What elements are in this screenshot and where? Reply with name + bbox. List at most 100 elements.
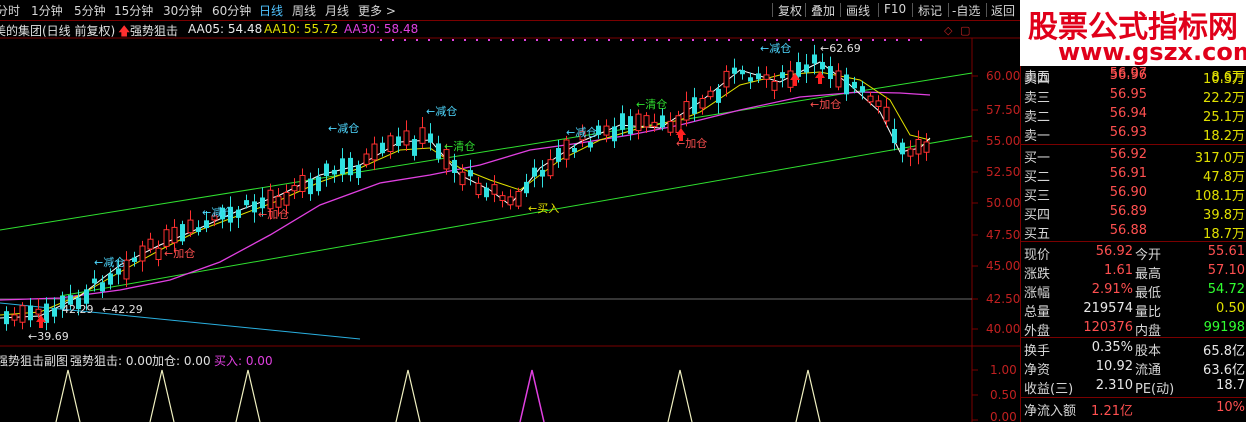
candle-body [252, 201, 257, 213]
candle-body [556, 148, 561, 162]
candle-body [428, 133, 433, 143]
diamond-icon[interactable]: ◇ [944, 24, 953, 37]
candle-body [236, 209, 241, 218]
stats-divider [1021, 337, 1246, 338]
candle-body [491, 184, 498, 195]
stats-row: 净流入额 1.21亿 10% [1021, 399, 1246, 419]
signal-add: ←加仓 [164, 246, 195, 260]
price-tick: 42.50 [986, 292, 1020, 306]
candle-body [532, 167, 537, 177]
buy-row-2[interactable]: 买二 56.91 47.8万 [1021, 165, 1246, 185]
price-tick: 55.00 [986, 134, 1020, 148]
candle-body [412, 139, 417, 156]
buy-row-1[interactable]: 买一 56.92 317.0万 [1021, 146, 1246, 166]
candle-body [436, 143, 441, 159]
sell-volume: 18.2万 [1203, 129, 1245, 144]
buy-label: 买一 [1024, 151, 1051, 166]
price-tick: 57.50 [986, 103, 1020, 117]
signal-add: ←加仓 [258, 207, 289, 221]
candle-body [316, 176, 321, 192]
high-price-label: ←62.69 [820, 42, 861, 55]
buy-volume: 47.8万 [1203, 170, 1245, 185]
signal-add: ←加仓 [810, 97, 841, 111]
candle-body [267, 189, 274, 210]
stat-label: 总量 [1024, 305, 1051, 320]
buy-row-3[interactable]: 买三 56.90 108.1万 [1021, 184, 1246, 204]
candle-body [11, 314, 18, 321]
price-tick: 50.00 [986, 196, 1020, 210]
candle-body [452, 159, 457, 173]
buy-volume: 108.1万 [1194, 189, 1245, 204]
candle-body [515, 191, 522, 207]
sell-row-1[interactable]: 卖一 56.93 18.2万 [1021, 124, 1246, 144]
sell-label: 卖一 [1024, 129, 1051, 144]
ma10-line [0, 71, 931, 316]
stat-label: 今开 [1135, 248, 1162, 263]
candle-body [499, 195, 506, 201]
sell-row-3[interactable]: 卖三 56.95 22.2万 [1021, 86, 1246, 106]
sell-row-2[interactable]: 卖二 56.94 25.1万 [1021, 105, 1246, 125]
stat-value: 0.35% [1091, 340, 1133, 355]
signal-spike [55, 369, 81, 422]
candle-body [812, 54, 817, 64]
sell-price: 56.95 [1109, 87, 1147, 102]
candle-body [892, 128, 897, 144]
buy-row-5[interactable]: 买五 56.88 18.7万 [1021, 222, 1246, 242]
sub-chart-title: 强势狙击副图 [0, 354, 69, 368]
signal-spike-buy [519, 369, 545, 422]
ma30-line [0, 91, 931, 301]
candle-body [748, 77, 753, 82]
stat-label: 换手 [1024, 344, 1051, 359]
candle-body [620, 113, 625, 130]
stats-row: 换手 0.35% 股本 65.8亿 [1021, 339, 1246, 359]
candle-body [828, 66, 833, 80]
sell-price: 56.96 [1109, 68, 1147, 83]
buy-label: 买三 [1024, 189, 1051, 204]
sub-legend-strength: 强势狙击: 0.00 [70, 354, 153, 368]
candle-body [52, 308, 57, 317]
candle-body [155, 247, 162, 261]
buy-price: 56.92 [1109, 147, 1147, 162]
stat-value: 2.91% [1091, 282, 1133, 297]
candle-body [147, 238, 154, 250]
sell-row-4[interactable]: 卖四 56.96 10.3万 [1021, 67, 1246, 87]
candle-body [283, 191, 290, 206]
sub-tick: 0.50 [990, 388, 1017, 402]
signal-reduce: ←减仓 [760, 41, 791, 55]
stat-label: 涨幅 [1024, 286, 1051, 301]
candle-body [468, 170, 473, 177]
stat-value: 63.6亿 [1203, 363, 1245, 378]
sub-legend-buy: 买入: 0.00 [214, 354, 273, 368]
candle-body [387, 135, 394, 153]
candle-body [35, 308, 42, 315]
candle-body [707, 90, 714, 98]
sell-volume: 10.3万 [1203, 72, 1245, 87]
candle-body [588, 142, 593, 148]
book-divider [1021, 241, 1246, 242]
stats-row: 外盘 120376 内盘 99198 [1021, 319, 1246, 339]
candle-body [780, 72, 785, 79]
candle-body [275, 196, 282, 208]
stat-label: 净流入额 [1024, 404, 1077, 419]
candle-body [804, 64, 809, 73]
signal-spike [149, 369, 175, 422]
candle-body [28, 305, 33, 321]
buy-row-4[interactable]: 买四 56.89 39.8万 [1021, 203, 1246, 223]
candle-body [108, 273, 113, 285]
candle-body [260, 197, 265, 209]
candle-body [244, 200, 249, 206]
stat-value: 56.92 [1095, 244, 1133, 259]
candle-body [4, 311, 9, 325]
watermark-url: www.gszx.com.cn [1058, 38, 1246, 66]
price-tick: 52.50 [986, 165, 1020, 179]
stat-value: 0.50 [1216, 301, 1245, 316]
sell-price: 56.93 [1109, 125, 1147, 140]
candle-body [419, 127, 426, 144]
candle-body [867, 95, 874, 103]
candle-body [540, 169, 545, 177]
candle-body [100, 282, 105, 292]
candle-body [396, 136, 401, 146]
stat-value: 1.21亿 [1091, 404, 1133, 419]
buy-label: 买四 [1024, 208, 1051, 223]
bracket-icon[interactable]: ▢ [960, 24, 970, 37]
